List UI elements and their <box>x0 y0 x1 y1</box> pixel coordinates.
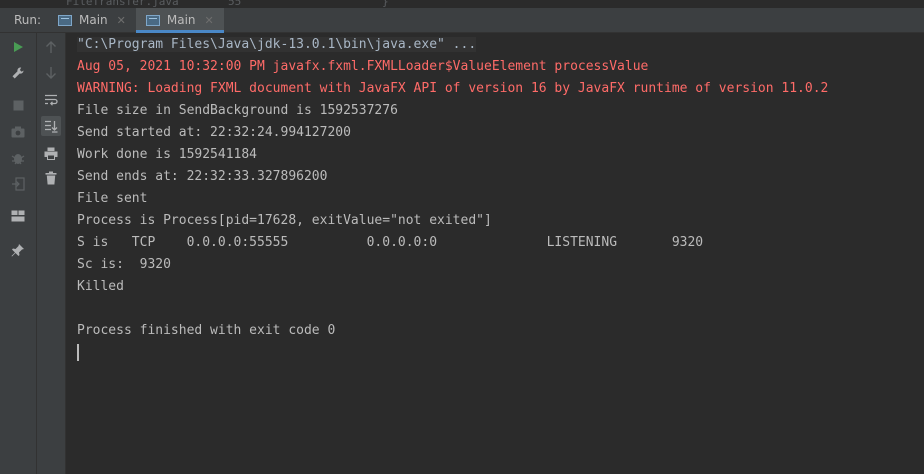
console-line-text: Aug 05, 2021 10:32:00 PM javafx.fxml.FXM… <box>77 59 649 74</box>
wrench-icon[interactable] <box>8 63 28 83</box>
console-line-text: Send started at: 22:32:24.994127200 <box>77 125 351 140</box>
console-error-line: WARNING: Loading FXML document with Java… <box>77 78 828 100</box>
run-label: Run: <box>14 13 42 27</box>
console-line: Send started at: 22:32:24.994127200 <box>77 122 828 144</box>
code-fragment: } <box>382 0 389 8</box>
console-line: S is TCP 0.0.0.0:55555 0.0.0.0:0 LISTENI… <box>77 232 828 254</box>
console-line: Killed <box>77 276 828 298</box>
run-toolbar-secondary <box>37 33 66 474</box>
text-caret <box>77 344 79 361</box>
run-tab-main-2[interactable]: Main ✕ <box>135 8 224 33</box>
pin-icon[interactable] <box>8 240 28 260</box>
console-line-text: Process finished with exit code 0 <box>77 323 336 338</box>
console-line: Send ends at: 22:32:33.327896200 <box>77 166 828 188</box>
arrow-down-icon[interactable] <box>41 63 61 83</box>
console-line: Process is Process[pid=17628, exitValue=… <box>77 210 828 232</box>
layout-icon[interactable] <box>8 206 28 226</box>
console-line-text: "C:\Program Files\Java\jdk-13.0.1\bin\ja… <box>77 37 477 52</box>
camera-icon[interactable] <box>8 122 28 142</box>
application-icon <box>58 14 72 26</box>
run-tab-main-1[interactable]: Main ✕ <box>48 8 136 32</box>
console-line: File sent <box>77 188 828 210</box>
console-line-text: Process is Process[pid=17628, exitValue=… <box>77 213 492 228</box>
console-line-text: File sent <box>77 191 148 206</box>
console-output[interactable]: "C:\Program Files\Java\jdk-13.0.1\bin\ja… <box>66 33 924 474</box>
rerun-icon[interactable] <box>8 37 28 57</box>
console-line-text: Send ends at: 22:32:33.327896200 <box>77 169 328 184</box>
trash-icon[interactable] <box>41 168 61 188</box>
console-error-line: Aug 05, 2021 10:32:00 PM javafx.fxml.FXM… <box>77 56 828 78</box>
tab-label: Main <box>166 13 196 27</box>
run-tab-bar: Run: Main ✕ Main ✕ <box>0 8 924 33</box>
console-line-text: Sc is: 9320 <box>77 257 171 272</box>
console-line-text: S is TCP 0.0.0.0:55555 0.0.0.0:0 LISTENI… <box>77 235 704 250</box>
console-command-line: "C:\Program Files\Java\jdk-13.0.1\bin\ja… <box>77 34 828 56</box>
console-line: Process finished with exit code 0 <box>77 320 828 342</box>
line-number-fragment: 55 <box>228 0 242 8</box>
console-line-text: File size in SendBackground is 159253727… <box>77 103 398 118</box>
editor-tab-fragment: FileTransfer.java <box>66 0 179 8</box>
close-icon[interactable]: ✕ <box>205 14 214 27</box>
soft-wrap-icon[interactable] <box>41 90 61 110</box>
run-toolbar-primary <box>0 33 37 474</box>
close-icon[interactable]: ✕ <box>117 14 126 27</box>
console-line: File size in SendBackground is 159253727… <box>77 100 828 122</box>
exit-icon[interactable] <box>8 174 28 194</box>
console-line-text: WARNING: Loading FXML document with Java… <box>77 81 829 96</box>
scroll-to-end-icon[interactable] <box>41 116 61 136</box>
bug-icon[interactable] <box>8 148 28 168</box>
console-line: Work done is 1592541184 <box>77 144 828 166</box>
console-line: Sc is: 9320 <box>77 254 828 276</box>
print-icon[interactable] <box>41 143 61 163</box>
console-line-text: Work done is 1592541184 <box>77 147 258 162</box>
console-line-text: Killed <box>77 279 124 294</box>
arrow-up-icon[interactable] <box>41 37 61 57</box>
tab-label: Main <box>79 13 108 27</box>
application-icon <box>145 14 160 26</box>
console-lines: "C:\Program Files\Java\jdk-13.0.1\bin\ja… <box>77 34 828 361</box>
stop-icon[interactable] <box>8 95 28 115</box>
